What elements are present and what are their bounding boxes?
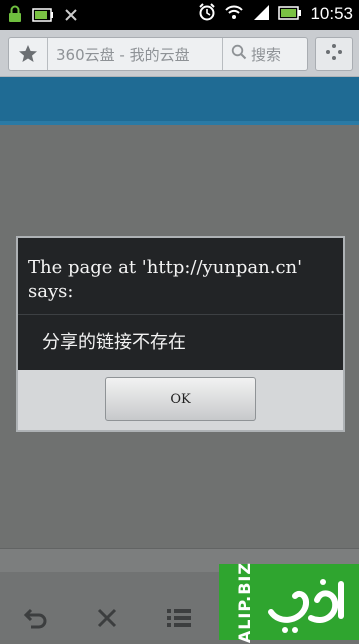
alert-dialog: The page at 'http://yunpan.cn' says: 分享的… xyxy=(16,236,345,432)
lock-icon xyxy=(8,5,22,27)
menu-icon xyxy=(325,43,343,65)
dialog-footer: OK xyxy=(18,370,343,430)
battery-charge-icon xyxy=(32,7,54,26)
status-right-icons: 10:53 xyxy=(198,3,353,25)
back-icon[interactable] xyxy=(22,604,50,632)
dialog-divider xyxy=(18,314,343,315)
list-icon[interactable] xyxy=(165,604,193,632)
page-title[interactable]: 360云盘 - 我的云盘 xyxy=(48,44,222,65)
signal-icon xyxy=(252,3,270,25)
menu-button[interactable] xyxy=(315,37,353,71)
close-icon[interactable] xyxy=(93,604,121,632)
alarm-icon xyxy=(198,3,216,25)
ok-button[interactable]: OK xyxy=(105,377,256,421)
status-time: 10:53 xyxy=(310,4,353,23)
search-button[interactable]: 搜索 xyxy=(222,38,307,70)
browser-toolbar: 360云盘 - 我的云盘 搜索 xyxy=(0,30,359,77)
page-header-divider xyxy=(0,121,359,125)
watermark-script-icon xyxy=(265,572,353,636)
page-header-bar xyxy=(0,77,359,121)
dialog-title: The page at 'http://yunpan.cn' says: xyxy=(28,257,303,302)
battery-icon xyxy=(278,5,302,24)
address-bar[interactable]: 360云盘 - 我的云盘 搜索 xyxy=(8,37,308,71)
watermark-logo: ALIP.BIZ xyxy=(219,562,359,644)
status-left-icons xyxy=(8,5,78,27)
dialog-message: 分享的链接不存在 xyxy=(42,332,186,353)
search-icon xyxy=(231,44,247,64)
usb-icon xyxy=(64,7,78,26)
wifi-icon xyxy=(224,3,244,25)
bookmark-star-icon[interactable] xyxy=(9,38,48,70)
watermark-brand: ALIP.BIZ xyxy=(234,562,254,644)
search-label: 搜索 xyxy=(251,45,282,64)
status-bar: 10:53 xyxy=(0,0,359,30)
